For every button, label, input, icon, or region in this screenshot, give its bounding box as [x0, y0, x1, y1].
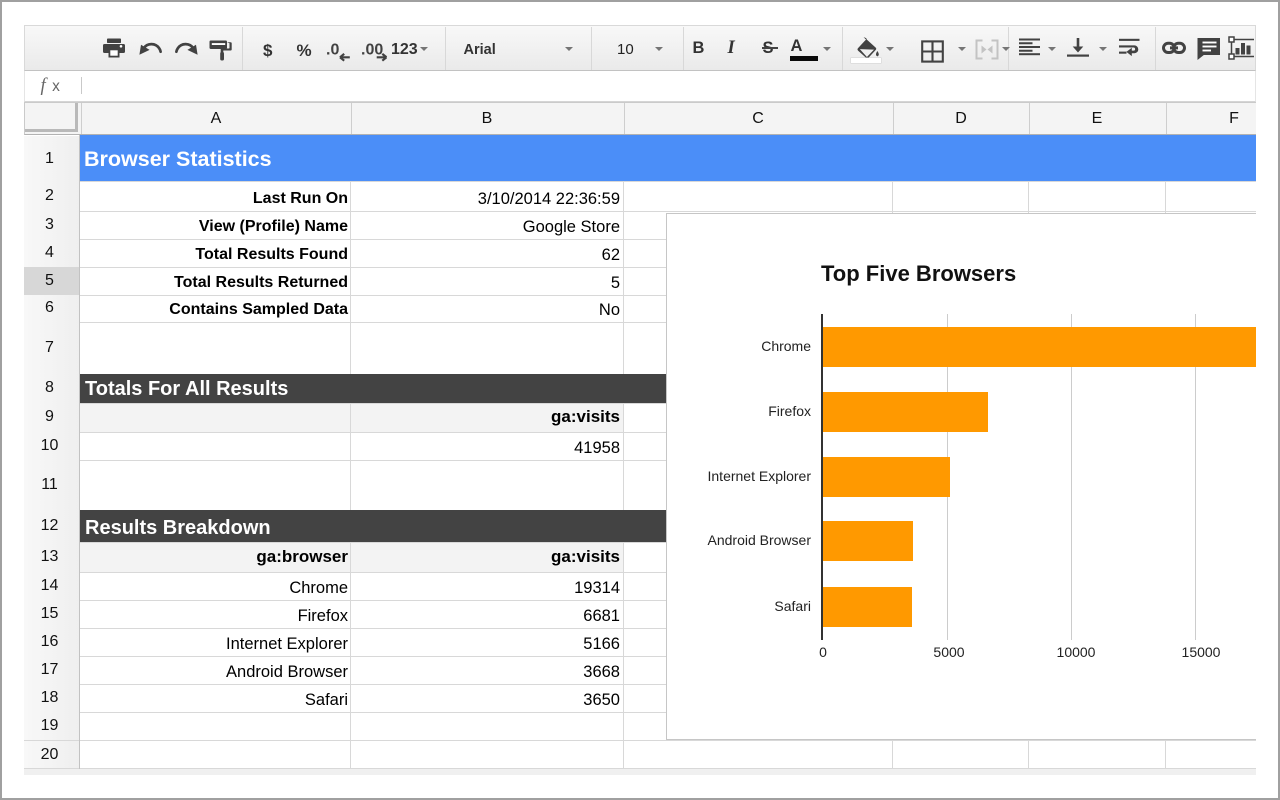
svg-text:.0: .0 [326, 41, 339, 58]
svg-text:.00: .00 [361, 41, 383, 58]
